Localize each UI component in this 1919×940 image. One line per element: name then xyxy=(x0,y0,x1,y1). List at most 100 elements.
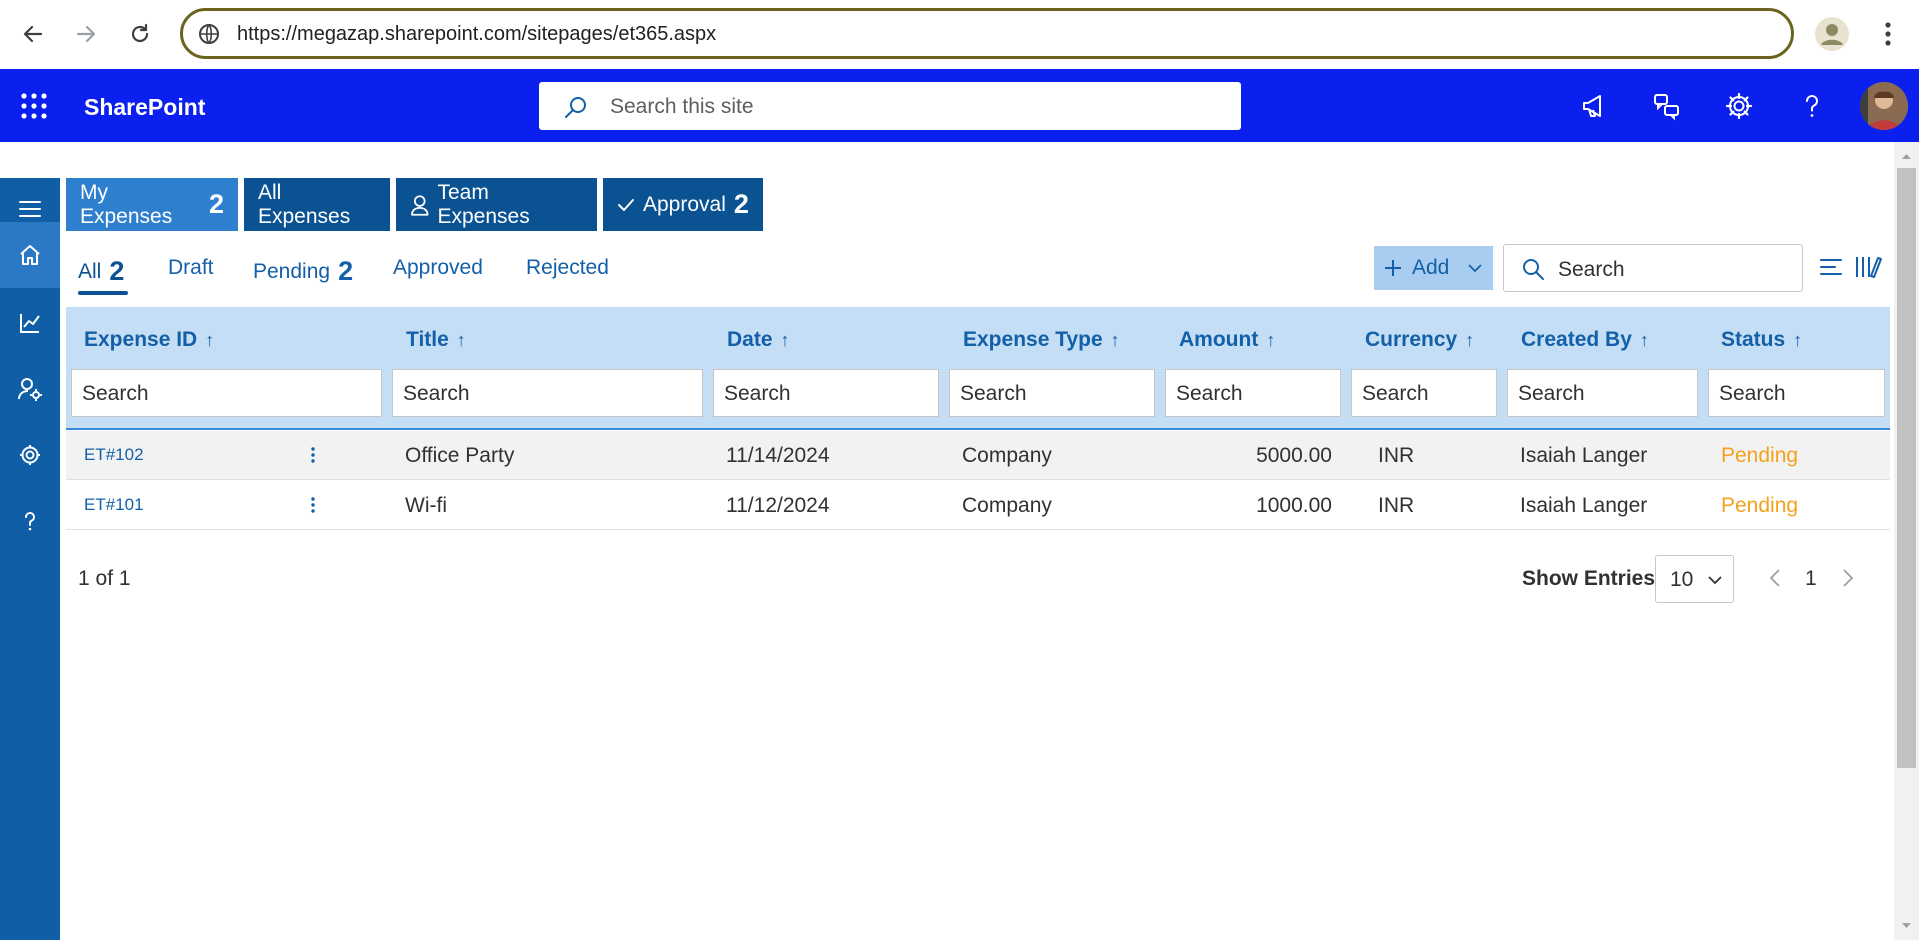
column-label: Amount xyxy=(1179,328,1259,351)
column-header-created-by[interactable]: Created By ↑ xyxy=(1521,328,1649,352)
status-badge: Pending xyxy=(1721,494,1799,517)
entries-select[interactable]: 10 xyxy=(1655,555,1734,603)
filter-input-title[interactable]: Search xyxy=(392,369,703,417)
site-search-box[interactable]: Search this site xyxy=(539,82,1241,130)
vertical-scrollbar[interactable] xyxy=(1894,142,1919,940)
tab-approval[interactable]: Approval 2 xyxy=(603,178,763,231)
column-label: Status xyxy=(1721,328,1786,351)
rail-item-reports[interactable] xyxy=(0,290,60,356)
column-label: Created By xyxy=(1521,328,1632,351)
filter-input-expense-type[interactable]: Search xyxy=(949,369,1155,417)
suite-bar: SharePoint Search this site xyxy=(0,69,1919,142)
column-label: Date xyxy=(727,328,773,351)
expense-id-link[interactable]: ET#102 xyxy=(84,445,144,465)
filter-input-currency[interactable]: Search xyxy=(1351,369,1497,417)
page-number[interactable]: 1 xyxy=(1805,567,1817,591)
page-info: 1 of 1 xyxy=(78,567,131,590)
cell-expense-type: Company xyxy=(962,494,1052,517)
scroll-down-icon[interactable] xyxy=(1894,916,1919,936)
rail-item-help[interactable] xyxy=(0,488,60,554)
tab-label: Approval xyxy=(643,192,726,216)
rail-item-home[interactable] xyxy=(0,222,60,288)
entries-value: 10 xyxy=(1670,568,1694,591)
sort-arrow-icon: ↑ xyxy=(1110,329,1120,350)
cell-date: 11/12/2024 xyxy=(726,494,830,517)
cell-created-by: Isaiah Langer xyxy=(1520,444,1648,467)
rail-item-settings[interactable] xyxy=(0,422,60,488)
cell-created-by: Isaiah Langer xyxy=(1520,494,1648,517)
tab-team-expenses[interactable]: Team Expenses xyxy=(396,178,597,231)
gear-icon[interactable] xyxy=(1724,91,1754,121)
filter-input-status[interactable]: Search xyxy=(1708,369,1885,417)
address-bar[interactable]: https://megazap.sharepoint.com/sitepages… xyxy=(180,8,1794,59)
list-search-box[interactable]: Search xyxy=(1503,244,1803,292)
column-header-expense-id[interactable]: Expense ID ↑ xyxy=(84,328,214,352)
megaphone-icon[interactable] xyxy=(1580,91,1610,121)
column-header-amount[interactable]: Amount ↑ xyxy=(1179,328,1275,352)
avatar[interactable] xyxy=(1860,82,1908,130)
cell-amount: 5000.00 xyxy=(1256,444,1332,467)
filter-pending[interactable]: Pending 2 xyxy=(253,256,353,287)
filter-approved[interactable]: Approved xyxy=(393,256,483,280)
filter-input-date[interactable]: Search xyxy=(713,369,939,417)
chevron-left-icon[interactable] xyxy=(1765,566,1785,590)
help-icon[interactable] xyxy=(1797,91,1827,121)
app-launcher-icon[interactable] xyxy=(20,92,48,120)
scroll-up-icon[interactable] xyxy=(1894,146,1919,166)
column-settings-icon[interactable] xyxy=(1854,252,1884,282)
column-header-title[interactable]: Title ↑ xyxy=(406,328,466,352)
filter-rejected[interactable]: Rejected xyxy=(526,256,609,280)
help-icon xyxy=(25,512,35,531)
chevron-down-icon xyxy=(1708,576,1722,585)
site-info-icon[interactable] xyxy=(197,22,221,46)
profile-icon[interactable] xyxy=(1814,16,1850,52)
brand-title[interactable]: SharePoint xyxy=(84,94,205,121)
search-icon xyxy=(565,97,586,118)
feedback-icon[interactable] xyxy=(1652,91,1682,121)
tab-count: 2 xyxy=(208,189,224,219)
forward-button[interactable] xyxy=(66,14,106,54)
cell-date: 11/14/2024 xyxy=(726,444,830,467)
table-row[interactable]: ET#102 Office Party 11/14/2024 Company 5… xyxy=(66,431,1890,480)
tab-label: Team Expenses xyxy=(437,180,530,228)
column-header-expense-type[interactable]: Expense Type ↑ xyxy=(963,328,1120,352)
filter-input-expense-id[interactable]: Search xyxy=(71,369,382,417)
status-badge: Pending xyxy=(1721,444,1799,467)
filter-input-amount[interactable]: Search xyxy=(1165,369,1341,417)
arrow-right-icon xyxy=(76,25,96,43)
tab-my-expenses[interactable]: My Expenses 2 xyxy=(66,178,238,231)
chart-line-icon xyxy=(20,314,40,333)
tab-all-expenses[interactable]: All Expenses xyxy=(244,178,390,231)
more-options-icon[interactable] xyxy=(303,445,323,465)
column-header-currency[interactable]: Currency ↑ xyxy=(1365,328,1474,352)
more-options-icon[interactable] xyxy=(303,495,323,515)
filter-label: Rejected xyxy=(526,256,609,279)
reload-icon xyxy=(131,23,149,43)
table-row[interactable]: ET#101 Wi-fi 11/12/2024 Company 1000.00 … xyxy=(66,481,1890,530)
filter-label: Draft xyxy=(168,256,214,279)
left-nav-rail xyxy=(0,178,60,940)
reload-button[interactable] xyxy=(120,14,160,54)
filter-input-created-by[interactable]: Search xyxy=(1507,369,1698,417)
browser-menu-icon[interactable] xyxy=(1876,16,1900,52)
scrollbar-thumb[interactable] xyxy=(1897,168,1916,768)
checkmark-icon xyxy=(618,198,634,211)
url-text: https://megazap.sharepoint.com/sitepages… xyxy=(237,23,717,45)
rail-item-user-settings[interactable] xyxy=(0,356,60,422)
tab-count: 2 xyxy=(733,189,749,219)
sort-arrow-icon: ↑ xyxy=(1639,329,1649,350)
filter-draft[interactable]: Draft xyxy=(168,256,214,280)
hamburger-icon xyxy=(19,201,41,217)
chevron-right-icon[interactable] xyxy=(1838,566,1858,590)
sort-lines-icon[interactable] xyxy=(1816,252,1846,282)
filter-all[interactable]: All 2 xyxy=(78,256,124,287)
expense-id-link[interactable]: ET#101 xyxy=(84,495,144,515)
sort-arrow-icon: ↑ xyxy=(205,329,215,350)
column-header-status[interactable]: Status ↑ xyxy=(1721,328,1802,352)
add-button[interactable]: Add xyxy=(1374,246,1493,290)
filter-label: Pending xyxy=(253,259,331,283)
back-button[interactable] xyxy=(13,14,53,54)
plus-icon xyxy=(1385,260,1401,276)
column-label: Expense Type xyxy=(963,328,1103,351)
column-header-date[interactable]: Date ↑ xyxy=(727,328,790,352)
